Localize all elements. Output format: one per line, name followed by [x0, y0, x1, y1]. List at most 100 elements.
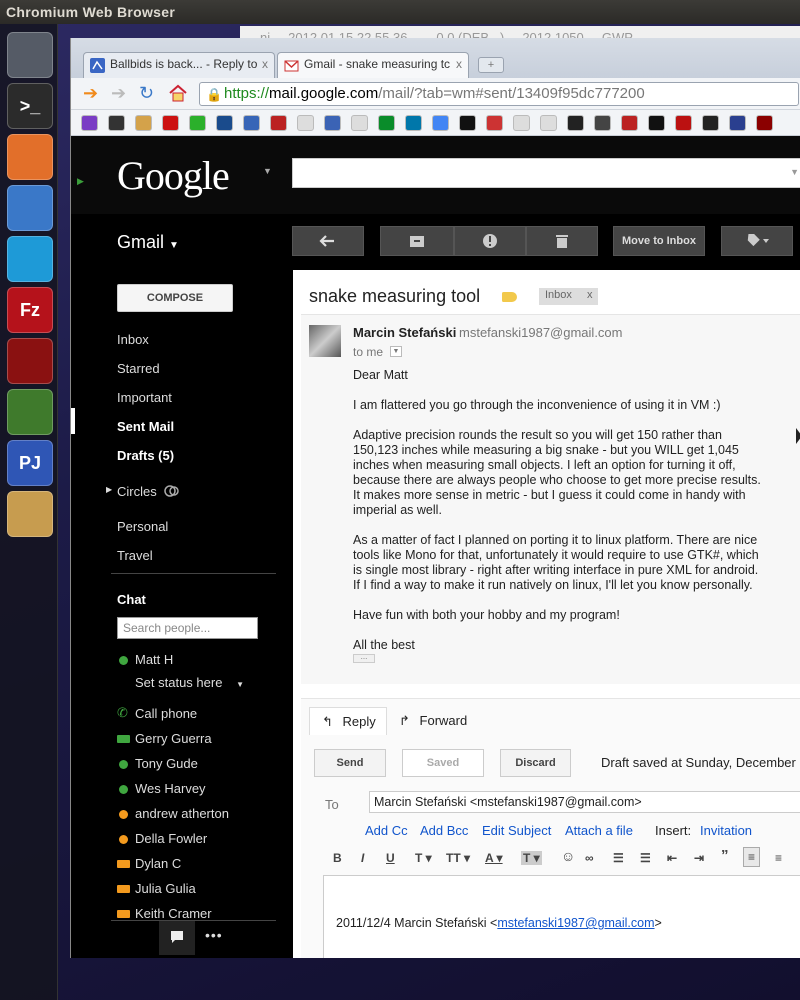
highlight-color-icon[interactable]: T ▾ [521, 851, 542, 865]
chat-contact[interactable]: Wes Harvey [117, 781, 206, 796]
tab-gmail[interactable]: Gmail - snake measuring tc x [277, 52, 469, 78]
nav-personal[interactable]: Personal [117, 519, 168, 534]
gmail-app-menu[interactable]: Gmail ▼ [117, 232, 179, 253]
chat-contact[interactable]: Gerry Guerra [117, 731, 212, 746]
show-trimmed-content-button[interactable]: ... [353, 653, 375, 663]
tab-reply[interactable]: ↰ Reply [309, 707, 387, 735]
josm-icon[interactable] [7, 389, 53, 435]
chat-bubble-button[interactable] [159, 921, 195, 955]
expand-arrow-icon[interactable]: ▶ [106, 485, 112, 494]
gimp-icon[interactable] [7, 491, 53, 537]
indent-less-icon[interactable]: ⇤ [667, 851, 677, 865]
quote-icon[interactable]: ” [721, 847, 729, 864]
edit-subject-link[interactable]: Edit Subject [482, 823, 551, 838]
nav-drafts[interactable]: Drafts (5) [117, 448, 174, 463]
more-options-icon[interactable]: ••• [205, 927, 223, 943]
report-spam-button[interactable] [454, 226, 526, 256]
bookmark-favicon-icon[interactable] [189, 115, 206, 131]
search-options-icon[interactable]: ▼ [790, 167, 799, 177]
attach-file-link[interactable]: Attach a file [565, 823, 633, 838]
nav-important[interactable]: Important [117, 390, 172, 405]
underline-icon[interactable]: U [386, 851, 395, 865]
home-icon[interactable] [168, 83, 188, 103]
quote-email-link[interactable]: mstefanski1987@gmail.com [497, 916, 654, 930]
chat-contact[interactable]: Keith Cramer [117, 906, 212, 921]
tab-ballbids[interactable]: Ballbids is back... - Reply to x [83, 52, 275, 78]
remove-label-icon[interactable]: x [587, 289, 593, 301]
chevron-down-icon[interactable]: ▼ [263, 166, 272, 176]
bookmark-favicon-icon[interactable] [270, 115, 287, 131]
sender-name[interactable]: Marcin Stefański [353, 325, 456, 340]
bookmark-favicon-icon[interactable] [351, 115, 368, 131]
bookmark-favicon-icon[interactable] [405, 115, 422, 131]
italic-icon[interactable]: I [361, 851, 364, 865]
archive-button[interactable] [380, 226, 454, 256]
chat-contact[interactable]: Della Fowler [117, 831, 207, 846]
bookmark-favicon-icon[interactable] [513, 115, 530, 131]
bulleted-list-icon[interactable]: ☰ [640, 851, 651, 865]
skype-icon[interactable] [7, 236, 53, 282]
pj64-icon[interactable]: PJ [7, 440, 53, 486]
filezilla-icon[interactable]: Fz [7, 287, 53, 333]
labels-button[interactable] [721, 226, 793, 256]
numbered-list-icon[interactable]: ☰ [613, 851, 624, 865]
bookmark-favicon-icon[interactable] [324, 115, 341, 131]
home-folder-icon[interactable] [7, 134, 53, 180]
reload-icon[interactable]: ↻ [139, 84, 154, 102]
move-to-inbox-button[interactable]: Move to Inbox [613, 226, 705, 256]
bookmark-favicon-icon[interactable] [567, 115, 584, 131]
compose-button[interactable]: COMPOSE [117, 284, 233, 312]
google-logo[interactable]: Google [117, 152, 230, 199]
bookmark-favicon-icon[interactable] [108, 115, 125, 131]
call-phone-link[interactable]: ✆ Call phone [117, 705, 197, 721]
bookmark-favicon-icon[interactable] [594, 115, 611, 131]
bookmark-favicon-icon[interactable] [540, 115, 557, 131]
address-bar[interactable]: 🔒 https://mail.google.com/mail/?tab=wm#s… [199, 82, 799, 106]
bookmark-favicon-icon[interactable] [756, 115, 773, 131]
nav-travel[interactable]: Travel [117, 548, 153, 563]
bookmark-favicon-icon[interactable] [648, 115, 665, 131]
bookmark-favicon-icon[interactable] [297, 115, 314, 131]
message-editor[interactable]: 2011/12/4 Marcin Stefański <mstefanski19… [323, 875, 800, 958]
terminal-icon[interactable]: >_ [7, 83, 53, 129]
discard-button[interactable]: Discard [500, 749, 571, 777]
add-bcc-link[interactable]: Add Bcc [420, 823, 468, 838]
font-family-icon[interactable]: T ▾ [415, 851, 432, 865]
link-icon[interactable]: ∞ [585, 851, 594, 865]
chat-contact[interactable]: Tony Gude [117, 756, 198, 771]
set-status-menu[interactable]: Set status here ▼ [135, 675, 244, 690]
bookmark-favicon-icon[interactable] [432, 115, 449, 131]
bookmark-favicon-icon[interactable] [675, 115, 692, 131]
nav-starred[interactable]: Starred [117, 361, 160, 376]
align-left-icon[interactable]: ≡ [743, 847, 761, 867]
bookmark-favicon-icon[interactable] [378, 115, 395, 131]
bookmark-favicon-icon[interactable] [459, 115, 476, 131]
text-color-icon[interactable]: A ▾ [485, 851, 503, 865]
ubuntu-dash-icon[interactable] [7, 32, 53, 78]
bookmark-favicon-icon[interactable] [486, 115, 503, 131]
insert-invitation-link[interactable]: Invitation [700, 823, 752, 838]
nav-circles[interactable]: Circles [117, 484, 157, 499]
indent-more-icon[interactable]: ⇥ [694, 851, 704, 865]
show-details-icon[interactable]: ▼ [390, 346, 402, 357]
crossover-icon[interactable] [7, 338, 53, 384]
tab-forward[interactable]: ↱ Forward [399, 713, 467, 729]
bold-icon[interactable]: B [333, 851, 342, 865]
saved-button[interactable]: Saved [402, 749, 484, 777]
bookmark-favicon-icon[interactable] [621, 115, 638, 131]
emoticon-icon[interactable]: ☺ [561, 848, 575, 864]
bookmark-favicon-icon[interactable] [81, 115, 98, 131]
bookmark-favicon-icon[interactable] [162, 115, 179, 131]
send-button[interactable]: Send [314, 749, 386, 777]
chat-contact[interactable]: andrew atherton [117, 806, 229, 821]
bookmark-favicon-icon[interactable] [729, 115, 746, 131]
delete-button[interactable] [526, 226, 598, 256]
new-tab-button[interactable]: + [478, 57, 504, 73]
collapse-arrow-icon[interactable]: ▶ [77, 176, 84, 187]
bookmark-favicon-icon[interactable] [216, 115, 233, 131]
nav-sent-mail[interactable]: Sent Mail [117, 419, 174, 434]
font-size-icon[interactable]: TT ▾ [446, 851, 470, 865]
nav-inbox[interactable]: Inbox [117, 332, 149, 347]
align-center-icon[interactable]: ≡ [775, 851, 782, 865]
chromium-icon[interactable] [7, 185, 53, 231]
